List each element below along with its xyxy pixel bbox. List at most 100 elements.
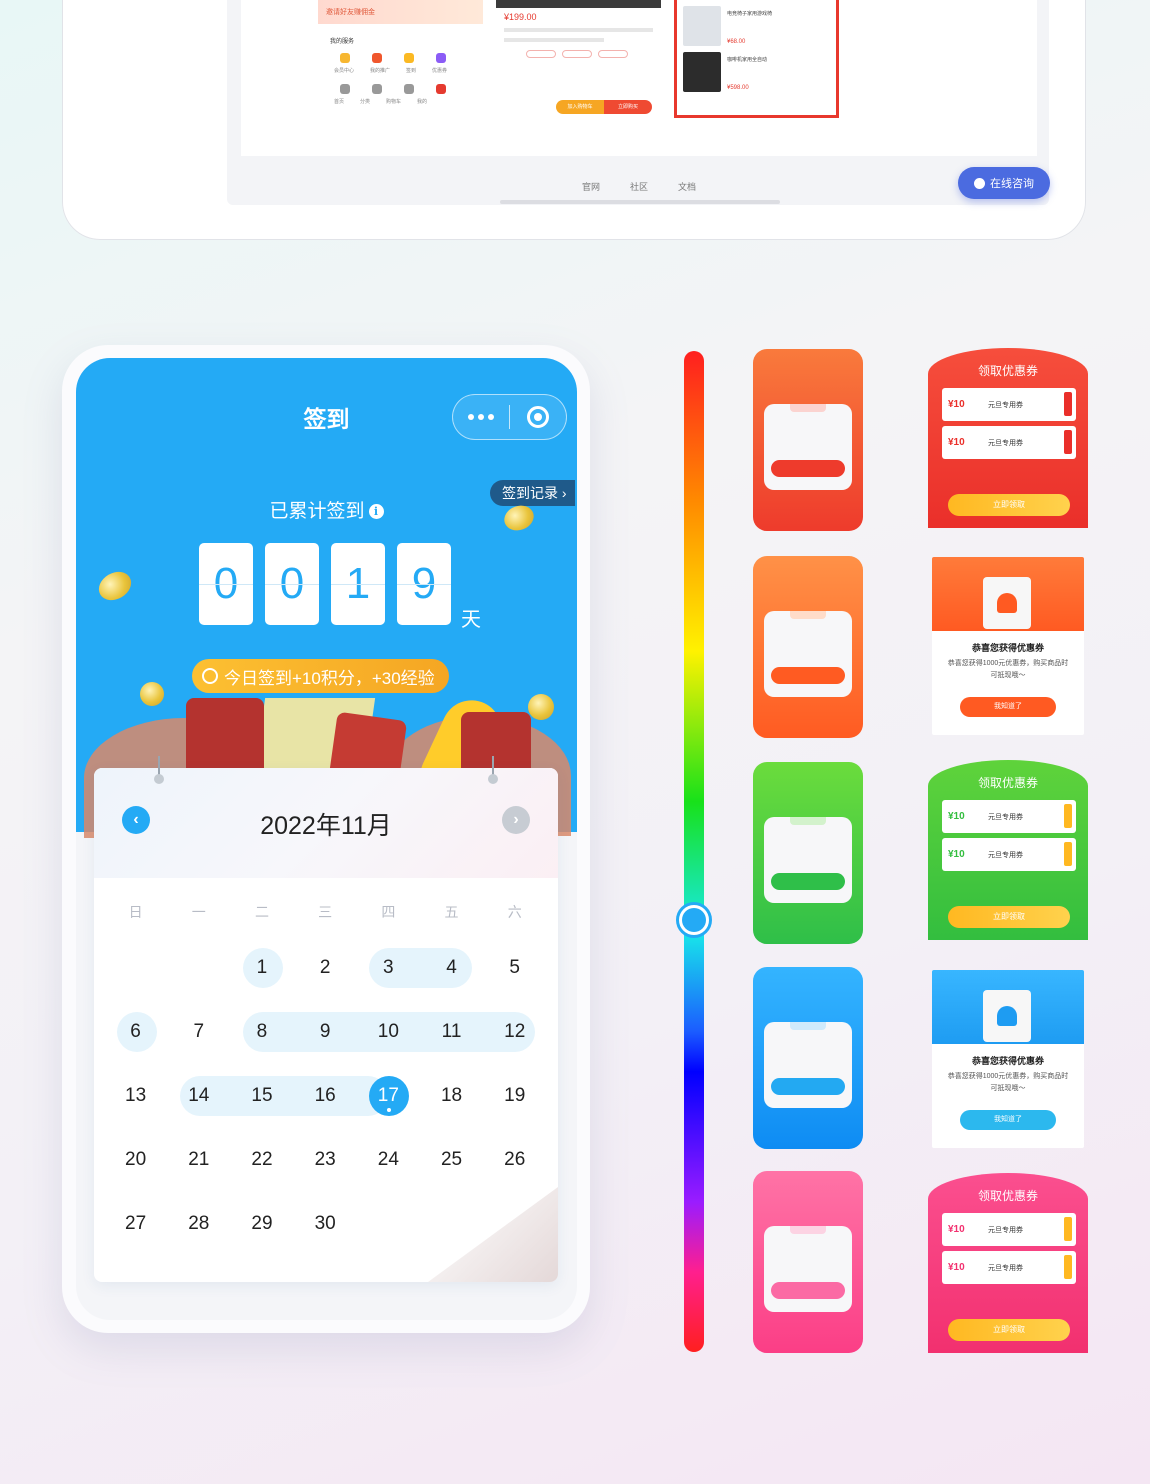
product-name: 电竞椅子家用游戏椅 (727, 11, 773, 17)
home-icon (340, 84, 350, 94)
theme-swatch-pink[interactable] (753, 1171, 863, 1353)
got-it-button[interactable]: 我知道了 (960, 697, 1056, 717)
theme-swatch-orange[interactable] (753, 556, 863, 738)
calendar-day-today[interactable]: 17 (357, 1076, 420, 1116)
calendar-day[interactable] (167, 948, 230, 988)
coupon-amount: ¥10 (948, 1262, 965, 1273)
cumulative-text: 已累计签到 (269, 501, 365, 522)
calendar-day[interactable]: 27 (104, 1204, 167, 1244)
coupon-popup-green: 领取优惠券 ¥10 元旦专用券 ¥10 元旦专用券 立即领取 (928, 760, 1088, 940)
coupon-amount: ¥10 (948, 437, 965, 448)
preview-bottom-bar: 加入购物车 立即购买 (556, 100, 652, 114)
counter-digit: 1 (331, 543, 385, 625)
slider-handle[interactable] (676, 902, 712, 938)
online-consult-label: 在线咨询 (990, 178, 1034, 190)
footer-link-community[interactable]: 社区 (630, 180, 648, 193)
calendar-day[interactable]: 7 (167, 1012, 230, 1052)
preview-product-screen: ¥199.00 加入购物车 立即购买 (496, 0, 661, 118)
swatch-bar (771, 460, 845, 477)
close-target-icon[interactable] (510, 406, 566, 428)
month-title: 2022年11月 (260, 812, 392, 840)
claim-button[interactable]: 立即领取 (948, 494, 1070, 516)
swatch-tab (790, 1022, 826, 1030)
coupon-amount: ¥10 (948, 849, 965, 860)
coupon-side-tag (1064, 430, 1072, 454)
got-it-button[interactable]: 我知道了 (960, 1110, 1056, 1130)
calendar-day[interactable]: 15 (230, 1076, 293, 1116)
coupon-amount: ¥10 (948, 1224, 965, 1235)
add-cart-button: 加入购物车 (556, 100, 604, 114)
calendar-day[interactable]: 14 (167, 1076, 230, 1116)
calendar-day[interactable]: 26 (483, 1140, 546, 1180)
calendar-week: 27 28 29 30 (104, 1204, 546, 1244)
calendar-day[interactable]: 12 (483, 1012, 546, 1052)
theme-swatch-blue[interactable] (753, 967, 863, 1149)
footer-link-official[interactable]: 官网 (582, 180, 600, 193)
calendar-day[interactable]: 9 (294, 1012, 357, 1052)
info-icon[interactable]: i (368, 504, 384, 519)
service-label: 我的推广 (370, 68, 391, 74)
calendar-day[interactable]: 10 (357, 1012, 420, 1052)
calendar-day[interactable]: 2 (294, 948, 357, 988)
coupon-amount: ¥10 (948, 811, 965, 822)
counter-digit: 0 (199, 543, 253, 625)
calendar-day[interactable] (104, 948, 167, 988)
calendar-day[interactable]: 5 (483, 948, 546, 988)
success-desc: 恭喜您获得1000元优惠券，购买商品时可抵现哦～ (947, 1073, 1069, 1092)
calendar-day[interactable]: 8 (230, 1012, 293, 1052)
counter-digit: 0 (265, 543, 319, 625)
coupon-ticket: ¥10 元旦专用券 (942, 1251, 1076, 1284)
spec-chip (562, 50, 592, 58)
calendar-day[interactable]: 24 (357, 1140, 420, 1180)
calendar-day[interactable]: 30 (294, 1204, 357, 1244)
claim-button[interactable]: 立即领取 (948, 1319, 1070, 1341)
calendar-day[interactable]: 21 (167, 1140, 230, 1180)
calendar-day[interactable]: 29 (230, 1204, 293, 1244)
coupon-success-orange: 恭喜您获得优惠券 恭喜您获得1000元优惠券，购买商品时可抵现哦～ 我知道了 (932, 557, 1084, 735)
calendar-day[interactable]: 13 (104, 1076, 167, 1116)
success-desc: 恭喜您获得1000元优惠券，购买商品时可抵现哦～ (947, 660, 1069, 679)
footer-link-docs[interactable]: 文档 (678, 180, 696, 193)
chat-bubble-icon (974, 177, 985, 189)
product-thumbnail (683, 52, 721, 92)
calendar-day (420, 1204, 483, 1244)
coupon-icon (436, 53, 446, 63)
product-photo (496, 0, 661, 8)
calendar-day[interactable]: 20 (104, 1140, 167, 1180)
bell-icon-card (983, 990, 1031, 1042)
more-icon[interactable] (453, 414, 509, 420)
calendar-day[interactable]: 6 (104, 1012, 167, 1052)
bell-icon (997, 593, 1017, 613)
signin-icon (404, 53, 414, 63)
success-title: 恭喜您获得优惠券 (971, 1056, 1044, 1066)
calendar-day[interactable]: 28 (167, 1204, 230, 1244)
swatch-tab (790, 611, 826, 619)
theme-color-slider[interactable] (684, 351, 704, 1352)
coupon-ticket: ¥10 元旦专用券 (942, 1213, 1076, 1246)
calendar-day[interactable]: 11 (420, 1012, 483, 1052)
calendar-day[interactable]: 1 (230, 948, 293, 988)
calendar-week: 20 21 22 23 24 25 26 (104, 1140, 546, 1180)
tab-label: 购物车 (386, 99, 402, 105)
coupon-name: 元旦专用券 (988, 439, 1023, 447)
calendar-day[interactable]: 3 (357, 948, 420, 988)
copyright-text (500, 200, 780, 204)
online-consult-button[interactable]: 在线咨询 (958, 167, 1050, 199)
product-name: 咖啡机家用全自动 (727, 57, 768, 63)
calendar-day[interactable]: 4 (420, 948, 483, 988)
calendar-day[interactable]: 25 (420, 1140, 483, 1180)
coupon-ticket: ¥10 元旦专用券 (942, 426, 1076, 459)
calendar-day[interactable]: 18 (420, 1076, 483, 1116)
theme-swatch-red[interactable] (753, 349, 863, 531)
calendar-day[interactable]: 22 (230, 1140, 293, 1180)
coupon-title: 领取优惠券 (977, 776, 1038, 790)
calendar-day[interactable]: 19 (483, 1076, 546, 1116)
footer-links: 官网 社区 文档 (582, 180, 696, 193)
calendar-day[interactable]: 16 (294, 1076, 357, 1116)
calendar-day[interactable]: 23 (294, 1140, 357, 1180)
swatch-panel (764, 404, 852, 490)
claim-button[interactable]: 立即领取 (948, 906, 1070, 928)
product-price: ¥598.00 (727, 85, 749, 91)
theme-swatch-green[interactable] (753, 762, 863, 944)
swatch-tab (790, 404, 826, 412)
